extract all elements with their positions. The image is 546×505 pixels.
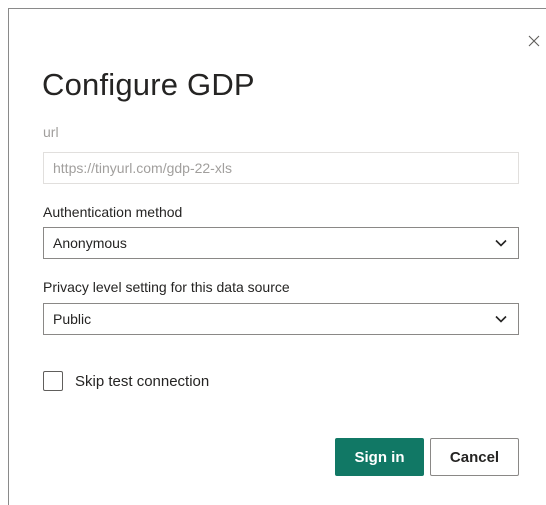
authentication-method-label: Authentication method	[43, 204, 183, 220]
chevron-down-icon	[493, 311, 509, 327]
privacy-level-label: Privacy level setting for this data sour…	[43, 279, 290, 295]
close-icon	[528, 34, 540, 52]
skip-test-connection-label: Skip test connection	[75, 372, 210, 390]
url-label: url	[43, 124, 59, 140]
url-placeholder: https://tinyurl.com/gdp-22-xls	[53, 160, 232, 176]
sign-in-button[interactable]: Sign in	[335, 438, 424, 476]
skip-test-connection-option[interactable]: Skip test connection	[43, 371, 209, 391]
dialog-title: Configure GDP	[42, 67, 255, 102]
cancel-button[interactable]: Cancel	[430, 438, 519, 476]
authentication-method-select[interactable]: Anonymous	[43, 227, 519, 259]
close-button[interactable]	[521, 30, 546, 56]
privacy-level-value: Public	[53, 311, 92, 327]
url-field[interactable]: https://tinyurl.com/gdp-22-xls	[43, 152, 519, 184]
skip-test-connection-checkbox[interactable]	[43, 371, 63, 391]
authentication-method-value: Anonymous	[53, 235, 127, 251]
chevron-down-icon	[493, 235, 509, 251]
configure-dialog: Configure GDP url https://tinyurl.com/gd…	[8, 8, 546, 505]
privacy-level-select[interactable]: Public	[43, 303, 519, 335]
